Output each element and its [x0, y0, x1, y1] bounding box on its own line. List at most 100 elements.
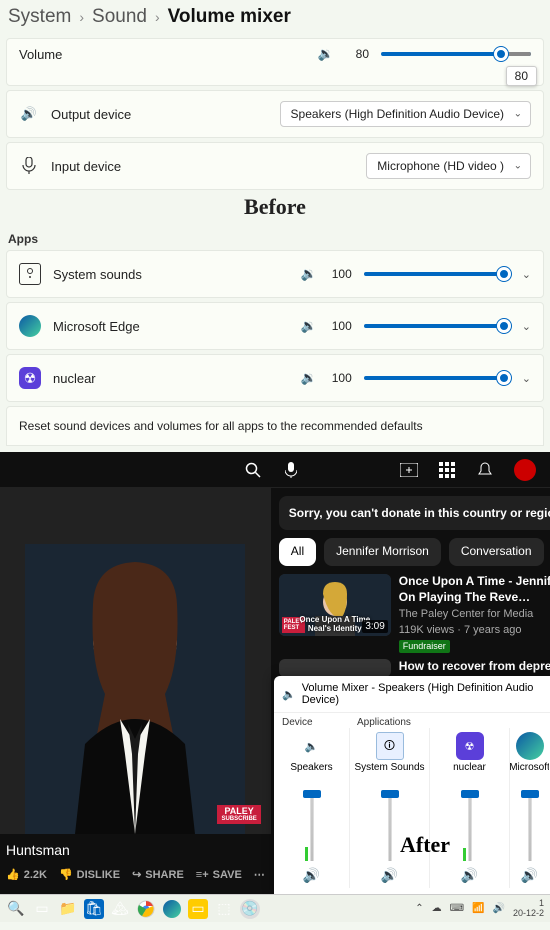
crumb-mixer: Volume mixer [168, 6, 291, 28]
file-explorer-icon[interactable]: 📁 [58, 899, 78, 919]
volume-label: Volume [19, 47, 62, 62]
apps-header: Apps [8, 232, 542, 246]
mute-icon[interactable]: 🔊 [381, 867, 398, 884]
create-icon[interactable] [400, 461, 418, 479]
edge-icon[interactable] [516, 732, 544, 760]
volume-tray-icon[interactable]: 🔊 [493, 903, 505, 914]
keyboard-icon[interactable]: ⌨ [450, 903, 464, 914]
onedrive-icon[interactable]: ☁ [432, 903, 442, 914]
chip[interactable]: Jennifer Morrison [324, 538, 441, 566]
mixer-titlebar: 🔈 Volume Mixer - Speakers (High Definiti… [274, 676, 550, 713]
mixer-col-speakers: 🔈 Speakers 🔊 [274, 728, 349, 888]
app-name: Microsoft Edge [53, 319, 140, 334]
app-name: nuclear [53, 371, 96, 386]
edge-taskbar-icon[interactable] [162, 899, 182, 919]
related-video[interactable]: How to recover from depression [279, 659, 550, 677]
related-video[interactable]: PALEY FEST Once Upon A Time Neal's Ident… [279, 574, 550, 653]
chrome-icon[interactable] [136, 899, 156, 919]
youtube-topbar [0, 452, 550, 488]
store-icon[interactable]: 🛍 [84, 899, 104, 919]
input-device-label: Input device [51, 159, 121, 174]
related-title: How to recover from depression [399, 659, 550, 675]
speaker-icon[interactable]: 🔉 [300, 369, 318, 387]
mixer-col-edge: Microsoft 🔊 [509, 728, 549, 888]
master-volume-slider[interactable]: 80 [381, 52, 531, 56]
more-actions-icon[interactable]: ⋯ [254, 868, 265, 881]
mixer-slider[interactable] [380, 790, 400, 861]
volume-tooltip: 80 [506, 66, 537, 86]
search-icon[interactable]: 🔍 [6, 899, 26, 919]
mixer-slider[interactable] [302, 790, 322, 861]
voice-search-icon[interactable] [282, 461, 300, 479]
save-button[interactable]: ≡+ SAVE [196, 869, 242, 881]
breadcrumb: System › Sound › Volume mixer [0, 0, 550, 34]
speaker-icon: 🔈 [282, 688, 296, 701]
app-volume-slider[interactable] [364, 324, 504, 328]
crumb-system[interactable]: System [8, 6, 71, 28]
media-player-icon[interactable]: 💿 [240, 899, 260, 919]
mixer-slider[interactable] [520, 790, 540, 861]
reset-defaults-row[interactable]: Reset sound devices and volumes for all … [6, 406, 544, 446]
search-icon[interactable] [244, 461, 262, 479]
input-device-row: Input device Microphone (HD video ) ⌄ [6, 142, 544, 190]
crumb-sound[interactable]: Sound [92, 6, 147, 28]
related-title: Once Upon A Time - Jennifer Morrison On … [399, 574, 550, 605]
video-player[interactable]: PALEYSUBSCRIBE [0, 488, 271, 834]
nuclear-icon[interactable]: ☢ [456, 732, 484, 760]
wifi-icon[interactable]: 📶 [472, 903, 484, 914]
mixer-slider[interactable] [460, 790, 480, 861]
app-volume-value: 100 [330, 319, 352, 333]
like-button[interactable]: 👍 2.2K [6, 868, 47, 881]
speaker-icon[interactable]: 🔉 [300, 265, 318, 283]
output-device-select[interactable]: Speakers (High Definition Audio Device) … [280, 101, 531, 127]
taskbar-clock[interactable]: 120-12-2 [513, 899, 544, 919]
mixer-col-label: Microsoft [509, 762, 549, 786]
speaker-icon: 🔊 [19, 104, 39, 124]
app-icon[interactable]: ⬚ [214, 899, 234, 919]
video-thumbnail [279, 659, 391, 677]
mixer-col-label: nuclear [453, 762, 486, 786]
input-device-value: Microphone (HD video ) [377, 159, 504, 173]
dislike-button[interactable]: 👎 DISLIKE [59, 868, 120, 881]
photos-icon[interactable]: 🏔 [110, 899, 130, 919]
related-stats: 119K views · 7 years ago [399, 623, 550, 637]
chip-all[interactable]: All [279, 538, 316, 566]
share-button[interactable]: ↪ SHARE [132, 868, 184, 881]
nuclear-icon: ☢ [19, 367, 41, 389]
mixer-col-label: System Sounds [354, 762, 424, 786]
speaker-icon[interactable]: 🔉 [300, 317, 318, 335]
expand-icon[interactable]: ⌄ [522, 372, 531, 385]
app-row-edge: Microsoft Edge 🔉 100 ⌄ [6, 302, 544, 350]
chevron-right-icon: › [155, 9, 160, 25]
avatar[interactable] [514, 459, 536, 481]
task-view-icon[interactable]: ▭ [32, 899, 52, 919]
taskbar: 🔍 ▭ 📁 🛍 🏔 ▭ ⬚ 💿 ⌃ ☁ ⌨ 📶 🔊 120-12-2 [0, 894, 550, 922]
mute-icon[interactable]: 🔊 [521, 867, 538, 884]
video-thumbnail: PALEY FEST Once Upon A Time Neal's Ident… [279, 574, 391, 636]
chip[interactable]: Conversation [449, 538, 544, 566]
tray-chevron-icon[interactable]: ⌃ [415, 903, 423, 914]
filter-chips: All Jennifer Morrison Conversation Lis ✕ [271, 538, 550, 574]
expand-icon[interactable]: ⌄ [522, 268, 531, 281]
microphone-icon [19, 156, 39, 176]
app-volume-slider[interactable] [364, 272, 504, 276]
app-volume-slider[interactable] [364, 376, 504, 380]
output-device-label: Output device [51, 107, 131, 122]
chevron-right-icon: › [79, 9, 84, 25]
speaker-icon[interactable]: 🔉 [317, 45, 335, 63]
chevron-down-icon: ⌄ [514, 109, 522, 120]
expand-icon[interactable]: ⌄ [522, 320, 531, 333]
input-device-select[interactable]: Microphone (HD video ) ⌄ [366, 153, 531, 179]
mute-icon[interactable]: 🔊 [303, 867, 320, 884]
related-channel: The Paley Center for Media [399, 607, 550, 621]
video-duration: 3:09 [362, 620, 387, 633]
app-row-system-sounds: System sounds 🔉 100 ⌄ [6, 250, 544, 298]
app-volume-value: 100 [330, 267, 352, 281]
fundraiser-badge: Fundraiser [399, 640, 450, 654]
notifications-icon[interactable] [476, 461, 494, 479]
app-icon[interactable]: ▭ [188, 899, 208, 919]
mute-icon[interactable]: 🔊 [461, 867, 478, 884]
apps-grid-icon[interactable] [438, 461, 456, 479]
speaker-device-icon[interactable]: 🔈 [298, 732, 326, 760]
system-sounds-icon[interactable]: 🛈 [376, 732, 404, 760]
